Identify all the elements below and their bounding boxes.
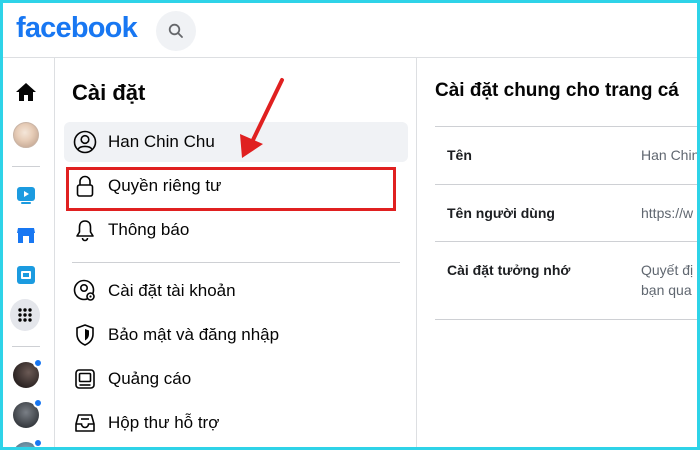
group-shortcut[interactable] xyxy=(11,398,43,430)
row-value: Han Chin xyxy=(641,147,700,163)
settings-item-ads[interactable]: Quảng cáo xyxy=(64,359,408,399)
settings-item-support-inbox[interactable]: Hộp thư hỗ trợ xyxy=(64,403,408,443)
group-avatar xyxy=(13,438,43,450)
watch-icon xyxy=(17,187,35,204)
bell-icon xyxy=(76,220,94,242)
notification-dot xyxy=(33,398,43,408)
menu-grid-icon xyxy=(18,308,32,322)
settings-divider xyxy=(72,262,400,263)
support-inbox-icon xyxy=(75,414,95,432)
profile-button[interactable] xyxy=(11,120,41,150)
settings-row-name[interactable]: Tên Han Chin xyxy=(435,127,700,185)
menu-button[interactable] xyxy=(10,299,40,331)
top-bar: facebook xyxy=(0,0,700,58)
user-icon xyxy=(73,130,97,154)
settings-item-label: Quảng cáo xyxy=(108,369,192,388)
row-label: Tên xyxy=(447,147,472,163)
notification-dot xyxy=(33,358,43,368)
profile-avatar xyxy=(13,122,39,148)
gaming-button[interactable] xyxy=(11,260,41,290)
page-title: Cài đặt chung cho trang cá xyxy=(435,80,679,101)
rail-divider xyxy=(12,166,40,167)
settings-item-account[interactable]: Cài đặt tài khoản xyxy=(64,271,408,311)
annotation-highlight-box xyxy=(66,167,396,211)
settings-row-username[interactable]: Tên người dùng https://w xyxy=(435,185,700,242)
row-value: Quyết đị xyxy=(641,262,694,278)
watch-button[interactable] xyxy=(11,180,41,210)
group-shortcut[interactable] xyxy=(11,358,43,390)
facebook-logo[interactable]: facebook xyxy=(16,12,138,45)
ads-icon xyxy=(75,369,95,389)
row-value: bạn qua xyxy=(641,282,692,298)
settings-item-security[interactable]: Bảo mật và đăng nhập xyxy=(64,315,408,355)
search-icon xyxy=(168,23,183,38)
shield-icon xyxy=(76,324,94,346)
annotation-arrow xyxy=(240,78,284,158)
marketplace-button[interactable] xyxy=(11,220,41,250)
group-shortcut[interactable] xyxy=(11,438,43,450)
home-button[interactable] xyxy=(11,77,41,107)
left-rail xyxy=(0,58,55,450)
settings-item-label: Cài đặt tài khoản xyxy=(108,281,236,300)
main-content: Cài đặt chung cho trang cá Tên Han Chin … xyxy=(418,58,700,450)
account-settings-icon xyxy=(73,279,95,301)
gaming-icon xyxy=(17,266,35,284)
settings-item-notifications[interactable]: Thông báo xyxy=(64,210,408,250)
notification-dot xyxy=(33,438,43,448)
row-value: https://w xyxy=(641,205,694,221)
settings-row-memorialization[interactable]: Cài đặt tưởng nhớ Quyết đị bạn qua xyxy=(435,242,700,320)
settings-title: Cài đặt xyxy=(72,80,146,105)
settings-item-label: Han Chin Chu xyxy=(108,132,215,151)
row-label: Tên người dùng xyxy=(447,205,555,221)
general-settings-table: Tên Han Chin Tên người dùng https://w Cà… xyxy=(435,126,700,320)
search-button[interactable] xyxy=(156,11,196,51)
settings-item-label: Thông báo xyxy=(108,220,190,239)
settings-item-label: Hộp thư hỗ trợ xyxy=(108,413,220,432)
settings-item-label: Bảo mật và đăng nhập xyxy=(108,325,280,344)
row-label: Cài đặt tưởng nhớ xyxy=(447,262,571,278)
marketplace-icon xyxy=(17,228,35,243)
home-icon xyxy=(16,83,36,101)
rail-divider xyxy=(12,346,40,347)
group-avatar xyxy=(13,358,43,388)
group-avatar xyxy=(13,398,43,428)
